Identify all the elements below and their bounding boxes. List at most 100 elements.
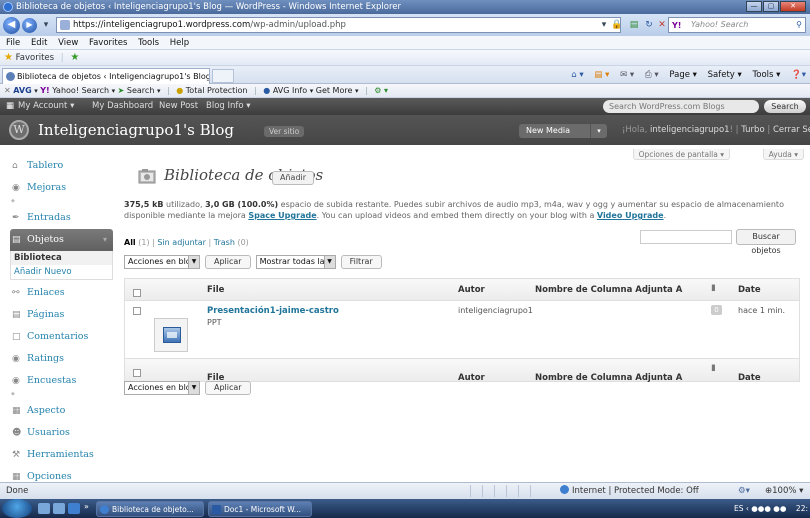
sidebar-item-mejoras[interactable]: ◉ Mejoras <box>10 177 113 199</box>
add-new-button[interactable]: Añadir <box>272 171 315 185</box>
sidebar-item-paginas[interactable]: ▤ Páginas <box>10 304 113 326</box>
column-date-footer[interactable]: Date <box>738 373 761 383</box>
home-icon[interactable]: ⌂ ▾ <box>571 70 583 80</box>
compatibility-view-icon[interactable]: ▤ <box>628 19 640 31</box>
sidebar-item-enlaces[interactable]: ⚯ Enlaces <box>10 282 113 304</box>
sidebar-item-entradas[interactable]: ✒ Entradas <box>10 207 113 229</box>
forward-button[interactable]: ▶ <box>22 18 37 33</box>
turbo-link[interactable]: Turbo <box>741 125 764 135</box>
new-post-link[interactable]: New Post <box>159 98 198 115</box>
get-more-button[interactable]: Get More <box>316 86 353 95</box>
switch-windows-icon[interactable] <box>53 503 65 514</box>
apply-button[interactable]: Aplicar <box>205 255 251 269</box>
menu-view[interactable]: View <box>58 38 78 48</box>
select-all-checkbox-footer[interactable] <box>133 369 141 377</box>
favorites-star-icon[interactable]: ★ <box>4 52 13 63</box>
my-account-menu[interactable]: My Account ▾ <box>18 98 74 115</box>
page-menu[interactable]: Page ▾ <box>669 70 697 80</box>
security-zone[interactable]: Internet | Protected Mode: Off <box>560 483 699 499</box>
sidebar-item-ratings[interactable]: ◉ Ratings <box>10 348 113 370</box>
wordpress-grid-icon[interactable]: ▦ <box>6 98 14 115</box>
search-icon[interactable]: ⚲ <box>796 18 802 32</box>
sidebar-item-usuarios[interactable]: ☻ Usuarios <box>10 422 113 444</box>
total-protection-button[interactable]: Total Protection <box>186 86 248 95</box>
logout-link[interactable]: Cerrar Sesión <box>773 125 810 135</box>
comment-count-badge[interactable]: 0 <box>711 305 722 315</box>
sidebar-item-objetos[interactable]: ▤ Objetos ▾ <box>10 229 113 251</box>
url-dropdown-icon[interactable]: ▾ <box>598 19 610 31</box>
submenu-anadir-nuevo[interactable]: Añadir Nuevo <box>11 265 112 279</box>
toolbar-close-icon[interactable]: ✕ <box>4 86 11 95</box>
apply-button-bottom[interactable]: Aplicar <box>205 381 251 395</box>
bulk-actions-select-bottom[interactable]: Acciones en bloq ▼ <box>124 381 200 395</box>
column-date[interactable]: Date <box>738 285 761 295</box>
sidebar-item-aspecto[interactable]: ▦ Aspecto <box>10 400 113 422</box>
stop-icon[interactable]: ✕ <box>656 19 668 31</box>
search-media-button[interactable]: Buscar objetos <box>736 229 796 255</box>
sidebar-item-tablero[interactable]: ⌂ Tablero <box>10 155 113 177</box>
close-button[interactable]: ✕ <box>780 1 806 12</box>
new-media-button[interactable]: New Media ▾ <box>519 124 607 138</box>
menu-help[interactable]: Help <box>170 38 189 48</box>
my-dashboard-link[interactable]: My Dashboard <box>92 98 153 115</box>
quicklaunch-overflow-icon[interactable]: » <box>84 502 89 511</box>
menu-edit[interactable]: Edit <box>31 38 47 48</box>
refresh-icon[interactable]: ↻ <box>643 19 655 31</box>
avg-search-button[interactable]: Search <box>127 86 154 95</box>
date-filter-select[interactable]: Mostrar todas la ▼ <box>255 255 336 269</box>
file-title-link[interactable]: Presentación1-jaime-castro <box>207 306 339 316</box>
lock-icon[interactable]: 🔒 <box>611 19 623 31</box>
recent-pages-dropdown-icon[interactable]: ▾ <box>40 19 52 31</box>
new-tab-button[interactable] <box>212 69 234 83</box>
ie-quicklaunch-icon[interactable] <box>68 503 80 514</box>
browser-tab-active[interactable]: Biblioteca de objetos ‹ Inteligenciagrup… <box>2 68 210 84</box>
print-icon[interactable]: ⎙ ▾ <box>645 70 659 80</box>
tray-icons[interactable]: ES ‹ ●●● ●● <box>734 504 786 513</box>
filter-button[interactable]: Filtrar <box>340 255 382 269</box>
sidebar-item-herramientas[interactable]: ⚒ Herramientas <box>10 444 113 466</box>
favorites-button[interactable]: Favorites <box>16 53 54 63</box>
back-button[interactable]: ◀ <box>3 17 20 34</box>
avg-logo[interactable]: AVG <box>13 86 31 95</box>
taskbar-item-browser[interactable]: Biblioteca de objeto... <box>96 501 204 517</box>
menu-file[interactable]: File <box>6 38 20 48</box>
minimize-button[interactable]: — <box>746 1 762 12</box>
select-all-checkbox[interactable] <box>133 289 141 297</box>
safety-menu[interactable]: Safety ▾ <box>708 70 742 80</box>
sidebar-item-comentarios[interactable]: □ Comentarios <box>10 326 113 348</box>
menu-favorites[interactable]: Favorites <box>89 38 127 48</box>
filter-unattached[interactable]: Sin adjuntar <box>157 238 206 247</box>
media-search-input[interactable] <box>640 230 732 244</box>
chevron-down-icon[interactable]: ▾ <box>590 124 607 138</box>
blog-title[interactable]: Inteligenciagrupo1's Blog <box>38 121 234 139</box>
url-input[interactable]: https://inteligenciagrupo1.wordpress.com… <box>56 17 621 33</box>
menu-tools[interactable]: Tools <box>138 38 159 48</box>
clock[interactable]: 22: <box>796 499 808 518</box>
maximize-button[interactable]: ▢ <box>763 1 779 12</box>
bulk-actions-select[interactable]: Acciones en bloq ▼ <box>124 255 200 269</box>
zoom-level[interactable]: ⊕100% ▾ <box>765 483 803 499</box>
status-options-icon[interactable]: ⚙▾ <box>738 483 750 499</box>
avg-search-input[interactable]: Yahoo! Search <box>52 86 109 95</box>
filter-trash[interactable]: Trash <box>214 238 235 247</box>
start-button[interactable] <box>2 499 32 518</box>
browser-search-input[interactable]: Y! Yahoo! Search ⚲ <box>668 17 806 33</box>
filter-all[interactable]: All <box>124 238 136 247</box>
avg-info-button[interactable]: AVG Info <box>273 86 307 95</box>
wordpress-search-button[interactable]: Search <box>764 100 806 113</box>
screen-options-tab[interactable]: Opciones de pantalla ▾ <box>632 149 730 160</box>
show-desktop-icon[interactable] <box>38 503 50 514</box>
sidebar-item-encuestas[interactable]: ◉ Encuestas <box>10 370 113 392</box>
avg-options-icon[interactable]: ⚙ ▾ <box>374 86 388 95</box>
help-tab[interactable]: Ayuda ▾ <box>762 149 804 160</box>
submenu-biblioteca[interactable]: Biblioteca <box>11 251 112 265</box>
wordpress-search-input[interactable]: Search WordPress.com Blogs <box>603 100 759 113</box>
feeds-icon[interactable]: ▤ ▾ <box>594 70 609 80</box>
wordpress-logo-icon[interactable]: W <box>9 120 29 140</box>
view-site-button[interactable]: Ver sitio <box>264 126 305 137</box>
column-file[interactable]: File <box>207 285 224 295</box>
help-icon[interactable]: ❓▾ <box>791 70 806 80</box>
row-checkbox[interactable] <box>133 307 141 315</box>
tools-menu[interactable]: Tools ▾ <box>753 70 781 80</box>
username-link[interactable]: inteligenciagrupo1 <box>650 125 730 135</box>
